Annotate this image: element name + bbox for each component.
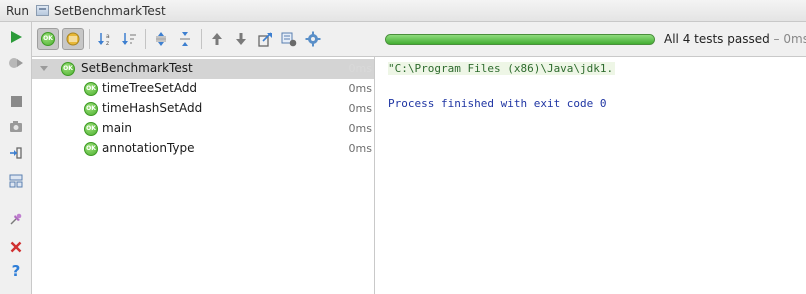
previous-test-button[interactable] bbox=[206, 28, 228, 50]
show-passed-icon: OK bbox=[41, 32, 55, 46]
test-suite-label: SetBenchmarkTest bbox=[81, 61, 193, 75]
run-icon bbox=[11, 31, 22, 43]
restore-layout-button[interactable] bbox=[0, 170, 32, 192]
pin-icon bbox=[10, 213, 22, 225]
export-icon bbox=[257, 31, 272, 47]
stop-icon bbox=[10, 95, 22, 107]
test-status-text: All 4 tests passed bbox=[664, 32, 770, 46]
svg-text:z: z bbox=[106, 40, 109, 47]
help-button[interactable]: ? bbox=[0, 260, 32, 282]
test-duration: 0ms bbox=[348, 122, 372, 135]
test-method-label: main bbox=[102, 121, 132, 135]
test-duration: 0ms bbox=[348, 142, 372, 155]
test-runner-toolbar: OK az All 4 tests passed – 0ms bbox=[32, 22, 806, 57]
sort-alphabetically-button[interactable]: az bbox=[94, 28, 116, 50]
test-duration: 0ms bbox=[348, 82, 372, 95]
import-icon bbox=[10, 147, 22, 159]
test-progress-fill bbox=[386, 35, 654, 44]
import-results-button[interactable] bbox=[0, 142, 32, 164]
close-button[interactable] bbox=[0, 236, 32, 258]
expand-all-button[interactable] bbox=[150, 28, 172, 50]
pin-tab-button[interactable] bbox=[0, 208, 32, 230]
tree-test-row[interactable]: OK annotationType 0ms bbox=[32, 139, 374, 159]
test-duration: 0ms bbox=[348, 102, 372, 115]
run-tool-window-header: Run SetBenchmarkTest bbox=[0, 0, 806, 22]
collapse-all-icon bbox=[180, 32, 190, 46]
run-configuration-icon bbox=[36, 5, 50, 16]
tree-root-row[interactable]: OK SetBenchmarkTest 0ms bbox=[32, 59, 374, 79]
svg-text:a: a bbox=[106, 33, 110, 40]
console-command-line: "C:\Program Files (x86)\Java\jdk1. bbox=[388, 62, 616, 75]
tree-test-row[interactable]: OK timeTreeSetAdd 0ms bbox=[32, 79, 374, 99]
test-method-label: timeTreeSetAdd bbox=[102, 81, 198, 95]
close-icon bbox=[10, 241, 22, 253]
passed-badge-icon: OK bbox=[84, 82, 98, 96]
show-ignored-toggle[interactable] bbox=[62, 28, 84, 50]
export-results-button[interactable] bbox=[254, 28, 276, 50]
test-method-label: timeHashSetAdd bbox=[102, 101, 203, 115]
settings-icon bbox=[305, 31, 321, 47]
dump-threads-button[interactable] bbox=[0, 116, 32, 138]
expand-arrow-icon[interactable] bbox=[40, 66, 48, 71]
test-status-duration: – 0ms bbox=[769, 32, 806, 46]
next-test-button[interactable] bbox=[230, 28, 252, 50]
run-side-toolbar: ? bbox=[0, 22, 32, 294]
tree-test-row[interactable]: OK main 0ms bbox=[32, 119, 374, 139]
next-test-icon bbox=[236, 33, 246, 45]
import-tests-icon bbox=[281, 32, 297, 46]
passed-badge-icon: OK bbox=[61, 62, 75, 76]
tool-window-title: Run bbox=[6, 3, 30, 18]
passed-badge-icon: OK bbox=[84, 102, 98, 116]
sort-by-duration-button[interactable] bbox=[118, 28, 140, 50]
expand-all-icon bbox=[156, 32, 166, 46]
test-duration: 0ms bbox=[348, 62, 372, 75]
import-tests-button[interactable] bbox=[278, 28, 300, 50]
passed-badge-icon: OK bbox=[84, 142, 98, 156]
tree-test-row[interactable]: OK timeHashSetAdd 0ms bbox=[32, 99, 374, 119]
camera-icon bbox=[10, 121, 22, 132]
test-runner-settings-button[interactable] bbox=[302, 28, 324, 50]
layout-icon bbox=[9, 174, 23, 188]
toolbar-separator bbox=[201, 29, 202, 49]
show-passed-toggle[interactable]: OK bbox=[37, 28, 59, 50]
rerun-failed-button[interactable] bbox=[0, 52, 32, 74]
console-output[interactable]: "C:\Program Files (x86)\Java\jdk1. Proce… bbox=[375, 57, 806, 294]
show-ignored-icon bbox=[66, 32, 80, 46]
rerun-failed-icon bbox=[9, 58, 23, 68]
toolbar-separator bbox=[145, 29, 146, 49]
help-icon: ? bbox=[11, 262, 21, 280]
toolbar-separator bbox=[89, 29, 90, 49]
test-results-tree: OK SetBenchmarkTest 0ms OK timeTreeSetAd… bbox=[32, 57, 374, 294]
collapse-all-button[interactable] bbox=[174, 28, 196, 50]
sort-duration-icon bbox=[122, 33, 136, 45]
stop-button[interactable] bbox=[0, 90, 32, 112]
test-progress-bar bbox=[385, 34, 655, 45]
prev-test-icon bbox=[212, 33, 222, 45]
sort-alpha-icon: az bbox=[98, 33, 110, 47]
console-exit-message: Process finished with exit code 0 bbox=[388, 97, 607, 110]
passed-badge-icon: OK bbox=[84, 122, 98, 136]
run-button[interactable] bbox=[0, 26, 32, 48]
test-method-label: annotationType bbox=[102, 141, 195, 155]
run-configuration-tab[interactable]: SetBenchmarkTest bbox=[54, 4, 166, 18]
test-status-summary: All 4 tests passed – 0ms bbox=[664, 32, 806, 46]
